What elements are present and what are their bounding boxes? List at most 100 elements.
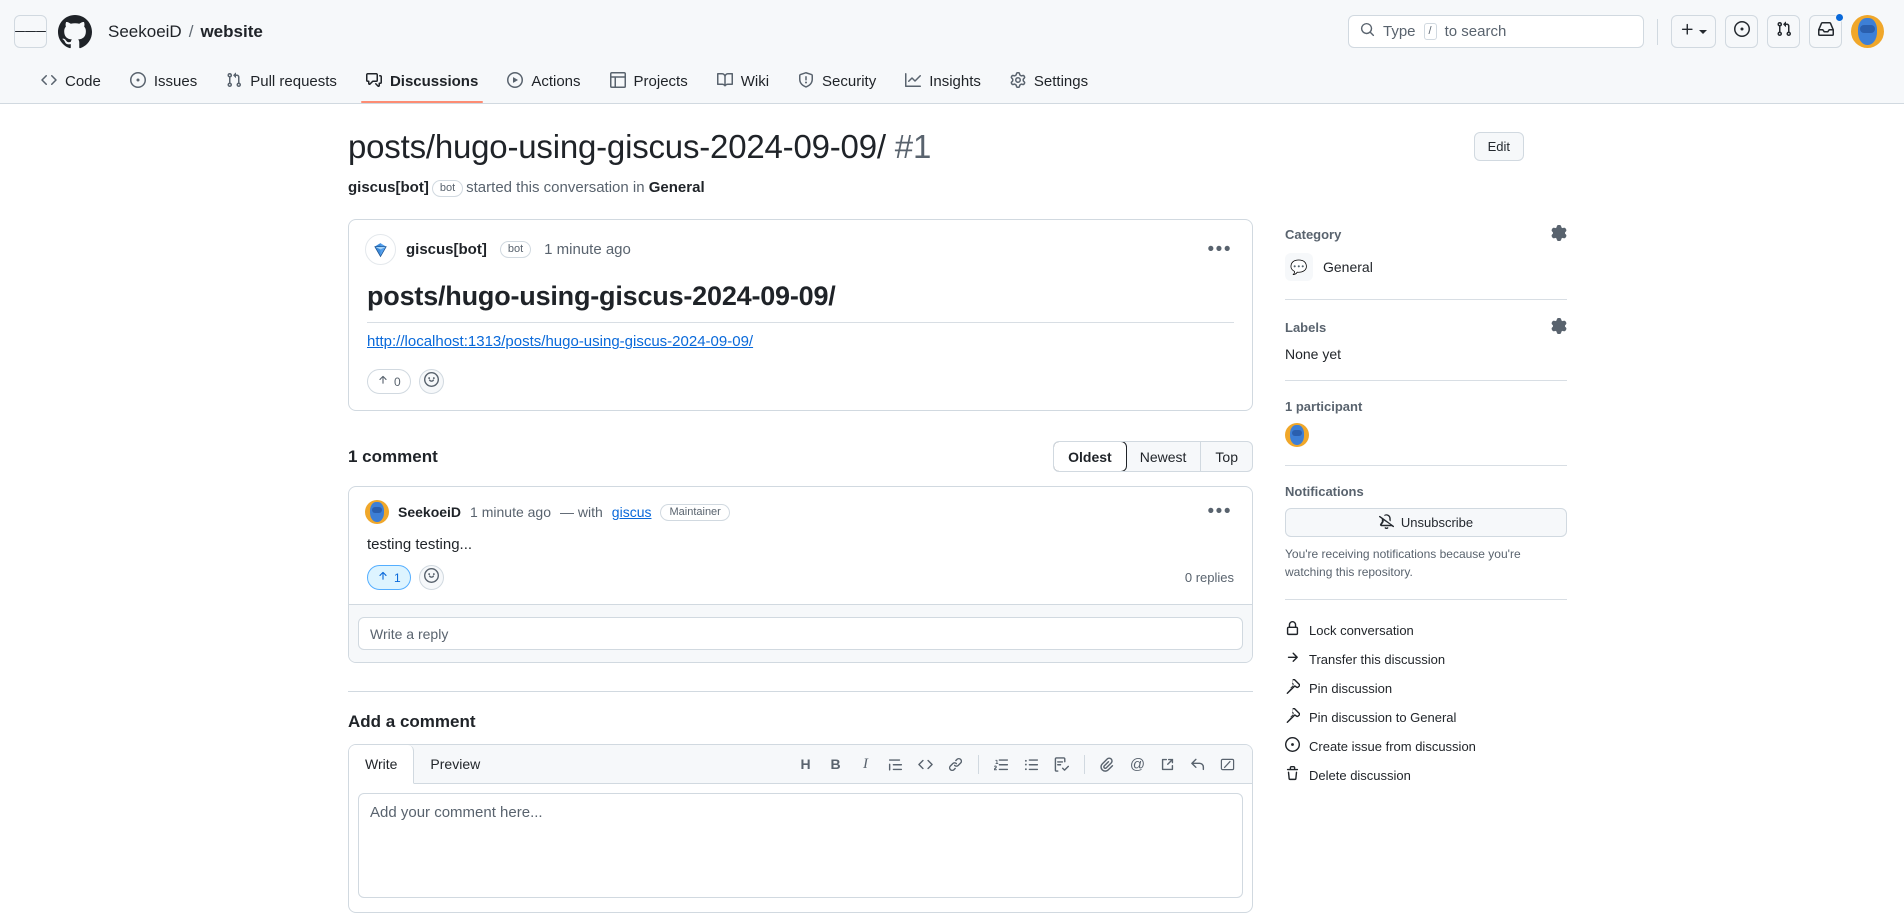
kebab-horizontal-icon[interactable]: ••• [1204,502,1236,521]
sidebar-notifications-title: Notifications [1285,484,1364,500]
comment-add-reaction-button[interactable] [418,565,444,591]
bell-slash-icon [1378,513,1394,532]
hamburger-bar [15,30,26,33]
gear-icon[interactable] [1551,318,1567,337]
search-input[interactable]: Type / to search [1348,15,1644,48]
sidebar-divider [1285,380,1567,382]
tab-preview[interactable]: Preview [414,745,497,783]
participant-avatar[interactable] [1285,423,1309,448]
comment-with-link[interactable]: giscus [612,504,652,520]
nav-item-label: Discussions [389,73,479,90]
nav-item-issues[interactable]: Issues [121,62,206,103]
sidebar-category-title: Category [1285,227,1342,243]
breadcrumb-owner[interactable]: SeekoeiD [108,22,182,42]
action-transfer-discussion[interactable]: Transfer this discussion [1285,647,1567,671]
unordered-list-icon[interactable] [1018,751,1045,778]
nav-item-label: Wiki [740,73,770,90]
issue-opened-icon [1285,737,1300,755]
link-icon[interactable] [942,751,969,778]
nav-item-insights[interactable]: Insights [896,62,990,103]
sidebar-divider [1285,299,1567,301]
sidebar-category-header: Category [1285,225,1567,244]
action-pin-discussion-to-category[interactable]: Pin discussion to General [1285,705,1567,729]
bot-badge: bot [499,241,532,259]
action-create-issue-from-discussion[interactable]: Create issue from discussion [1285,734,1567,758]
action-delete-discussion[interactable]: Delete discussion [1285,763,1567,787]
breadcrumb-repo[interactable]: website [200,22,262,42]
opening-post-timestamp[interactable]: 1 minute ago [544,241,631,258]
add-reaction-button[interactable] [418,369,444,395]
nav-item-projects[interactable]: Projects [601,62,697,103]
create-new-button[interactable] [1671,15,1716,48]
nav-item-label: Issues [153,73,198,90]
comment-author[interactable]: SeekoeiD [398,504,461,520]
reply-icon[interactable] [1184,751,1211,778]
action-lock-conversation[interactable]: Lock conversation [1285,618,1567,642]
mention-icon[interactable]: @ [1124,751,1151,778]
tab-write[interactable]: Write [349,745,415,785]
comment-header: SeekoeiD 1 minute ago — with giscus Main… [349,487,1252,530]
opening-post-link[interactable]: http://localhost:1313/posts/hugo-using-g… [367,333,753,350]
sidebar-category-value[interactable]: 💬 General [1285,253,1567,282]
nav-item-actions[interactable]: Actions [498,62,589,103]
comment-textarea[interactable] [358,793,1243,899]
nav-item-label: Projects [633,73,688,90]
global-header: SeekoeiD / website Type / to search [0,0,1904,63]
hamburger-bar [35,30,46,33]
subtitle-author[interactable]: giscus[bot] [348,179,429,196]
quote-icon[interactable] [882,751,909,778]
sidebar-participants-header: 1 participant [1285,399,1567,414]
italic-icon[interactable]: I [852,751,879,778]
sort-option-oldest[interactable]: Oldest [1054,442,1127,472]
subtitle-category[interactable]: General [649,179,705,196]
reply-input[interactable] [358,617,1243,651]
book-icon [716,72,733,92]
ordered-list-icon[interactable] [988,751,1015,778]
nav-item-pull-requests[interactable]: Pull requests [217,62,346,103]
markdown-icon[interactable] [1214,751,1241,778]
action-pin-discussion[interactable]: Pin discussion [1285,676,1567,700]
gear-icon[interactable] [1551,225,1567,244]
sidebar-labels-header: Labels [1285,318,1567,337]
arrow-up-icon [377,374,389,389]
saved-reply-icon[interactable] [1154,751,1181,778]
action-label: Create issue from discussion [1309,738,1476,754]
opening-post-author[interactable]: giscus[bot] [406,241,487,258]
nav-item-code[interactable]: Code [32,62,110,103]
sidebar-labels-block: Labels None yet [1285,318,1567,362]
bold-icon[interactable]: B [822,751,849,778]
github-logo-icon[interactable] [58,14,92,49]
sort-option-newest[interactable]: Newest [1126,442,1202,472]
task-list-icon[interactable] [1048,751,1075,778]
nav-item-security[interactable]: Security [789,62,885,103]
sidebar-notifications-header: Notifications [1285,484,1567,499]
your-issues-button[interactable] [1725,15,1758,48]
opening-post-heading: posts/hugo-using-giscus-2024-09-09/ [367,281,1234,324]
code-icon[interactable] [912,751,939,778]
upvote-button[interactable]: 0 [367,369,411,395]
nav-item-discussions[interactable]: Discussions [357,62,487,103]
sort-option-top[interactable]: Top [1201,442,1252,471]
add-comment-title: Add a comment [348,712,476,732]
breadcrumb-separator: / [188,21,194,41]
sidebar-divider [1285,465,1567,467]
heading-icon[interactable]: H [792,751,819,778]
gem-icon[interactable] [365,234,396,266]
avatar[interactable] [365,500,389,525]
attach-file-icon[interactable] [1094,751,1121,778]
notifications-inbox-button[interactable] [1809,13,1844,48]
nav-item-wiki[interactable]: Wiki [708,62,778,103]
edit-title-button[interactable]: Edit [1473,132,1524,161]
unsubscribe-button[interactable]: Unsubscribe [1285,508,1567,538]
opening-post-reactions: 0 [349,355,1252,410]
nav-item-settings[interactable]: Settings [1001,62,1097,103]
comment-upvote-button[interactable]: 1 [367,565,411,591]
lock-icon [1285,621,1300,639]
kebab-horizontal-icon[interactable]: ••• [1204,240,1236,259]
global-nav-menu-button[interactable] [14,15,47,48]
user-avatar[interactable] [1851,15,1884,48]
reply-area [349,605,1252,663]
comments-header: 1 comment Oldest Newest Top [348,441,1253,473]
comment-timestamp[interactable]: 1 minute ago [470,504,551,520]
your-pull-requests-button[interactable] [1767,15,1800,48]
